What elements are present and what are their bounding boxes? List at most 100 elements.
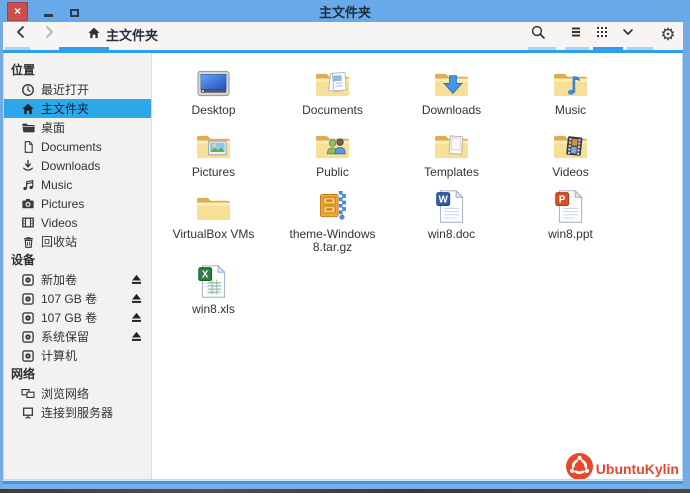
chevron-down-icon xyxy=(621,25,635,44)
file-item-music[interactable]: Music xyxy=(511,63,630,118)
file-item-downloads[interactable]: Downloads xyxy=(392,63,511,118)
list-view-icon xyxy=(569,25,583,44)
sidebar-item-home[interactable]: 主文件夹 xyxy=(4,99,151,118)
file-item-templates[interactable]: Templates xyxy=(392,125,511,180)
breadcrumb-home-button[interactable]: 主文件夹 xyxy=(79,23,166,47)
file-item-documents[interactable]: Documents xyxy=(273,63,392,118)
file-item-win8-ppt[interactable]: Pwin8.ppt xyxy=(511,187,630,256)
sidebar-item-label: Music xyxy=(41,177,73,192)
svg-text:W: W xyxy=(439,194,449,205)
branding: UbuntuKylin xyxy=(565,453,679,479)
file-grid: Desktop Documents Downloads Music Pictur… xyxy=(154,63,630,324)
file-item-theme-windows-8-tar-gz[interactable]: theme-Windows 8.tar.gz xyxy=(273,187,392,256)
breadcrumb-label: 主文件夹 xyxy=(106,28,159,43)
sidebar-item-label: Pictures xyxy=(41,196,85,211)
file-item-pictures[interactable]: Pictures xyxy=(154,125,273,180)
sidebar-item-music[interactable]: Music xyxy=(4,175,151,194)
folder-pictures-icon xyxy=(194,125,233,163)
file-item-videos[interactable]: Videos xyxy=(511,125,630,180)
disk-icon xyxy=(21,273,35,287)
document-icon xyxy=(21,140,35,154)
eject-icon[interactable] xyxy=(129,291,144,306)
eject-icon[interactable] xyxy=(129,272,144,287)
sidebar-item-trash[interactable]: 回收站 xyxy=(4,232,151,251)
folder-videos-icon xyxy=(551,125,590,163)
sidebar-item-label: 107 GB 卷 xyxy=(41,311,98,325)
back-button[interactable] xyxy=(7,23,35,47)
sidebar-item-pictures[interactable]: Pictures xyxy=(4,194,151,213)
sidebar-item-connect-server[interactable]: 连接到服务器 xyxy=(4,403,151,422)
settings-button[interactable]: ⚙ xyxy=(655,23,681,47)
sidebar-item-recent[interactable]: 最近打开 xyxy=(4,80,151,99)
back-icon xyxy=(13,24,29,45)
grid-view-button[interactable] xyxy=(589,23,615,47)
sidebar-item-label: 107 GB 卷 xyxy=(41,292,98,306)
disk-icon xyxy=(21,330,35,344)
main-area: Desktop Documents Downloads Music Pictur… xyxy=(152,53,682,479)
grid-view-icon xyxy=(595,25,609,44)
sidebar-item-volume-107-2[interactable]: 107 GB 卷 xyxy=(4,308,151,327)
sidebar-item-label: Videos xyxy=(41,215,78,230)
sidebar-item-label: 最近打开 xyxy=(41,83,90,97)
sidebar-item-documents[interactable]: Documents xyxy=(4,137,151,156)
sidebar-item-system-reserved[interactable]: 系统保留 xyxy=(4,327,151,346)
sidebar-item-label: 连接到服务器 xyxy=(41,406,114,420)
file-name: Pictures xyxy=(191,164,236,179)
eject-icon[interactable] xyxy=(129,310,144,325)
file-name: Public xyxy=(316,164,349,179)
sidebar-item-desktop[interactable]: 桌面 xyxy=(4,118,151,137)
file-name: VirtualBox VMs xyxy=(172,226,255,241)
titlebar: × 主文件夹 xyxy=(0,0,690,22)
file-name: Documents xyxy=(302,103,363,117)
folder-icon xyxy=(21,121,35,135)
home-icon xyxy=(87,26,101,44)
file-name: Videos xyxy=(552,164,589,179)
file-name: win8.ppt xyxy=(548,226,593,241)
sidebar-item-downloads[interactable]: Downloads xyxy=(4,156,151,175)
film-icon xyxy=(21,216,35,230)
forward-button[interactable] xyxy=(35,23,63,47)
file-item-virtualbox-vms[interactable]: VirtualBox VMs xyxy=(154,187,273,256)
ppt-icon: P xyxy=(552,187,589,225)
app-body: 位置 最近打开 主文件夹 桌面 Documents Downloads Music Pictu… xyxy=(3,53,683,480)
trash-icon xyxy=(21,235,35,249)
file-item-public[interactable]: Public xyxy=(273,125,392,180)
search-icon xyxy=(530,24,546,45)
archive-icon xyxy=(314,187,351,225)
folder-templates-icon xyxy=(432,125,471,163)
file-name: Downloads xyxy=(421,103,482,117)
file-item-win8-doc[interactable]: Wwin8.doc xyxy=(392,187,511,256)
sidebar-section-header: 网络 xyxy=(11,367,36,381)
sidebar-item-label: Downloads xyxy=(41,158,101,173)
sidebar-item-volume-107-1[interactable]: 107 GB 卷 xyxy=(4,289,151,308)
file-name: Desktop xyxy=(191,103,236,117)
sidebar-section-header: 位置 xyxy=(11,63,36,77)
sidebar-item-computer[interactable]: 计算机 xyxy=(4,346,151,365)
sidebar-item-label: 计算机 xyxy=(41,349,78,363)
search-button[interactable] xyxy=(525,23,551,47)
sidebar-item-label: 新加卷 xyxy=(41,273,78,287)
window-title: 主文件夹 xyxy=(318,4,371,20)
camera-icon xyxy=(21,197,35,211)
ubuntukylin-logo-icon xyxy=(565,453,593,479)
sidebar-item-label: 系统保留 xyxy=(41,330,90,344)
desktop-background-strip xyxy=(0,489,690,493)
file-item-desktop[interactable]: Desktop xyxy=(154,63,273,118)
disk-icon xyxy=(21,292,35,306)
sidebar: 位置 最近打开主文件夹 桌面 Documents Downloads Music Pictu… xyxy=(4,53,152,479)
folder-documents-icon xyxy=(313,63,352,101)
folder-public-icon xyxy=(313,125,352,163)
eject-icon[interactable] xyxy=(129,329,144,344)
forward-icon xyxy=(41,24,57,45)
sidebar-item-videos[interactable]: Videos xyxy=(4,213,151,232)
brand-text: UbuntuKylin xyxy=(595,461,679,477)
file-item-win8-xls[interactable]: Xwin8.xls xyxy=(154,262,273,317)
expand-button[interactable] xyxy=(615,23,641,47)
list-view-button[interactable] xyxy=(563,23,589,47)
sidebar-section-header: 设备 xyxy=(11,253,36,267)
sidebar-item-volume-new[interactable]: 新加卷 xyxy=(4,270,151,289)
sidebar-item-browse-network[interactable]: 浏览网络 xyxy=(4,384,151,403)
svg-text:X: X xyxy=(202,270,209,281)
file-name: theme-Windows 8.tar.gz xyxy=(289,226,376,255)
gear-icon: ⚙ xyxy=(660,25,676,44)
